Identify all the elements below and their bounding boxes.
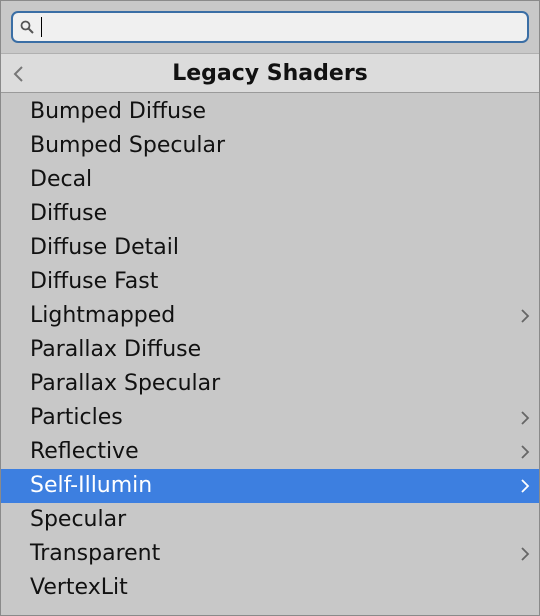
list-item[interactable]: Diffuse	[1, 197, 539, 231]
list-item-label: Diffuse Fast	[30, 269, 159, 294]
shader-picker-panel: Legacy Shaders Bumped Diffuse Bumped Spec…	[0, 0, 540, 616]
list-item-label: Self-Illumin	[30, 473, 153, 498]
chevron-right-icon	[521, 411, 530, 425]
list-item[interactable]: Transparent	[1, 537, 539, 571]
list-item-label: Lightmapped	[30, 303, 176, 328]
list-item[interactable]: Self-Illumin	[1, 469, 539, 503]
search-input[interactable]	[11, 11, 529, 43]
list-item-label: Parallax Diffuse	[30, 337, 202, 362]
list-item-label: Bumped Diffuse	[30, 99, 207, 124]
list-item-label: Reflective	[30, 439, 139, 464]
text-caret	[41, 17, 42, 37]
list-item[interactable]: Specular	[1, 503, 539, 537]
chevron-right-icon	[521, 479, 530, 493]
chevron-right-icon	[521, 309, 530, 323]
list-item[interactable]: Lightmapped	[1, 299, 539, 333]
list-item[interactable]: Bumped Specular	[1, 129, 539, 163]
list-item[interactable]: Diffuse Fast	[1, 265, 539, 299]
list-item-label: Parallax Specular	[30, 371, 221, 396]
list-item[interactable]: Parallax Diffuse	[1, 333, 539, 367]
category-header: Legacy Shaders	[1, 53, 539, 93]
list-item[interactable]: Diffuse Detail	[1, 231, 539, 265]
list-item-label: Decal	[30, 167, 93, 192]
list-item[interactable]: Decal	[1, 163, 539, 197]
list-item-label: Particles	[30, 405, 123, 430]
list-item-label: Specular	[30, 507, 127, 532]
list-item[interactable]: Parallax Specular	[1, 367, 539, 401]
list-item-label: Diffuse	[30, 201, 108, 226]
page-title: Legacy Shaders	[172, 61, 368, 86]
shader-list: Bumped Diffuse Bumped Specular Decal Diffus…	[1, 95, 539, 605]
list-item[interactable]: Reflective	[1, 435, 539, 469]
list-item[interactable]: VertexLit	[1, 571, 539, 605]
search-area	[1, 1, 539, 53]
search-icon	[20, 20, 34, 34]
list-item-label: Transparent	[30, 541, 161, 566]
list-item[interactable]: Bumped Diffuse	[1, 95, 539, 129]
list-item-label: VertexLit	[30, 575, 128, 600]
chevron-right-icon	[521, 547, 530, 561]
list-item[interactable]: Particles	[1, 401, 539, 435]
list-item-label: Bumped Specular	[30, 133, 226, 158]
list-item-label: Diffuse Detail	[30, 235, 179, 260]
chevron-right-icon	[521, 445, 530, 459]
